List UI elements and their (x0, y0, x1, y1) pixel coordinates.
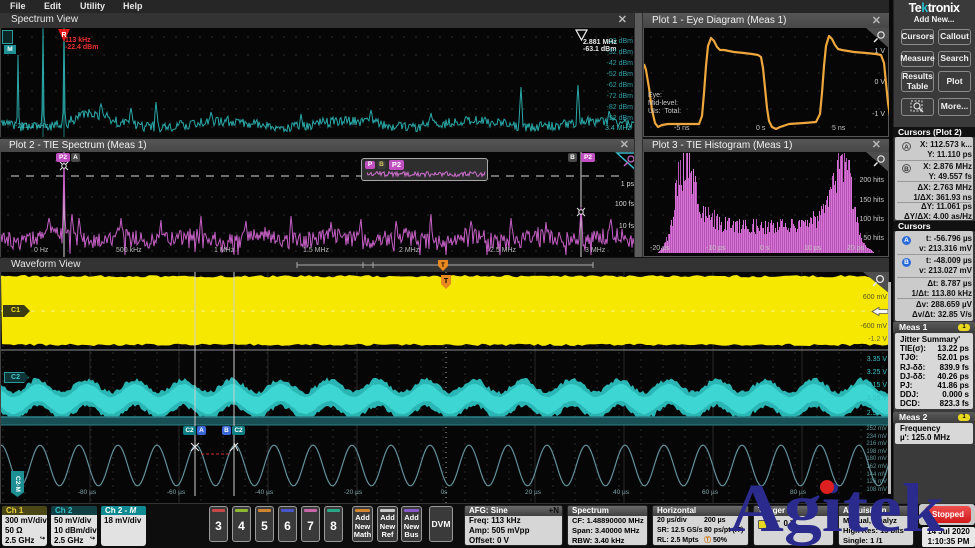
svg-text:0s: 0s (441, 489, 449, 496)
svg-text:252 mV: 252 mV (866, 426, 887, 432)
svg-text:3.15 V: 3.15 V (867, 382, 888, 389)
svg-text:234 mV: 234 mV (866, 434, 887, 440)
svg-text:180 mV: 180 mV (866, 456, 887, 462)
svg-text:T: T (441, 263, 445, 269)
svg-text:-1.2 V: -1.2 V (868, 336, 887, 343)
svg-text:198 mV: 198 mV (866, 449, 887, 455)
svg-text:-40 µs: -40 µs (255, 489, 274, 496)
svg-text:-60 µs: -60 µs (167, 489, 186, 496)
svg-text:-600 mV: -600 mV (861, 323, 888, 330)
svg-text:T: T (444, 278, 449, 285)
svg-text:-20 µs: -20 µs (344, 489, 363, 496)
svg-text:20 µs: 20 µs (525, 489, 542, 496)
svg-text:60 µs: 60 µs (702, 489, 719, 496)
svg-text:600 mV: 600 mV (863, 294, 887, 301)
svg-text:2.95 V: 2.95 V (867, 410, 888, 417)
svg-text:40 µs: 40 µs (613, 489, 630, 496)
svg-text:3.25 V: 3.25 V (867, 369, 888, 376)
svg-text:-80 µs: -80 µs (78, 489, 97, 496)
svg-text:3.35 V: 3.35 V (867, 356, 888, 363)
svg-text:3.05 V: 3.05 V (867, 395, 888, 402)
svg-text:216 mV: 216 mV (866, 441, 887, 447)
